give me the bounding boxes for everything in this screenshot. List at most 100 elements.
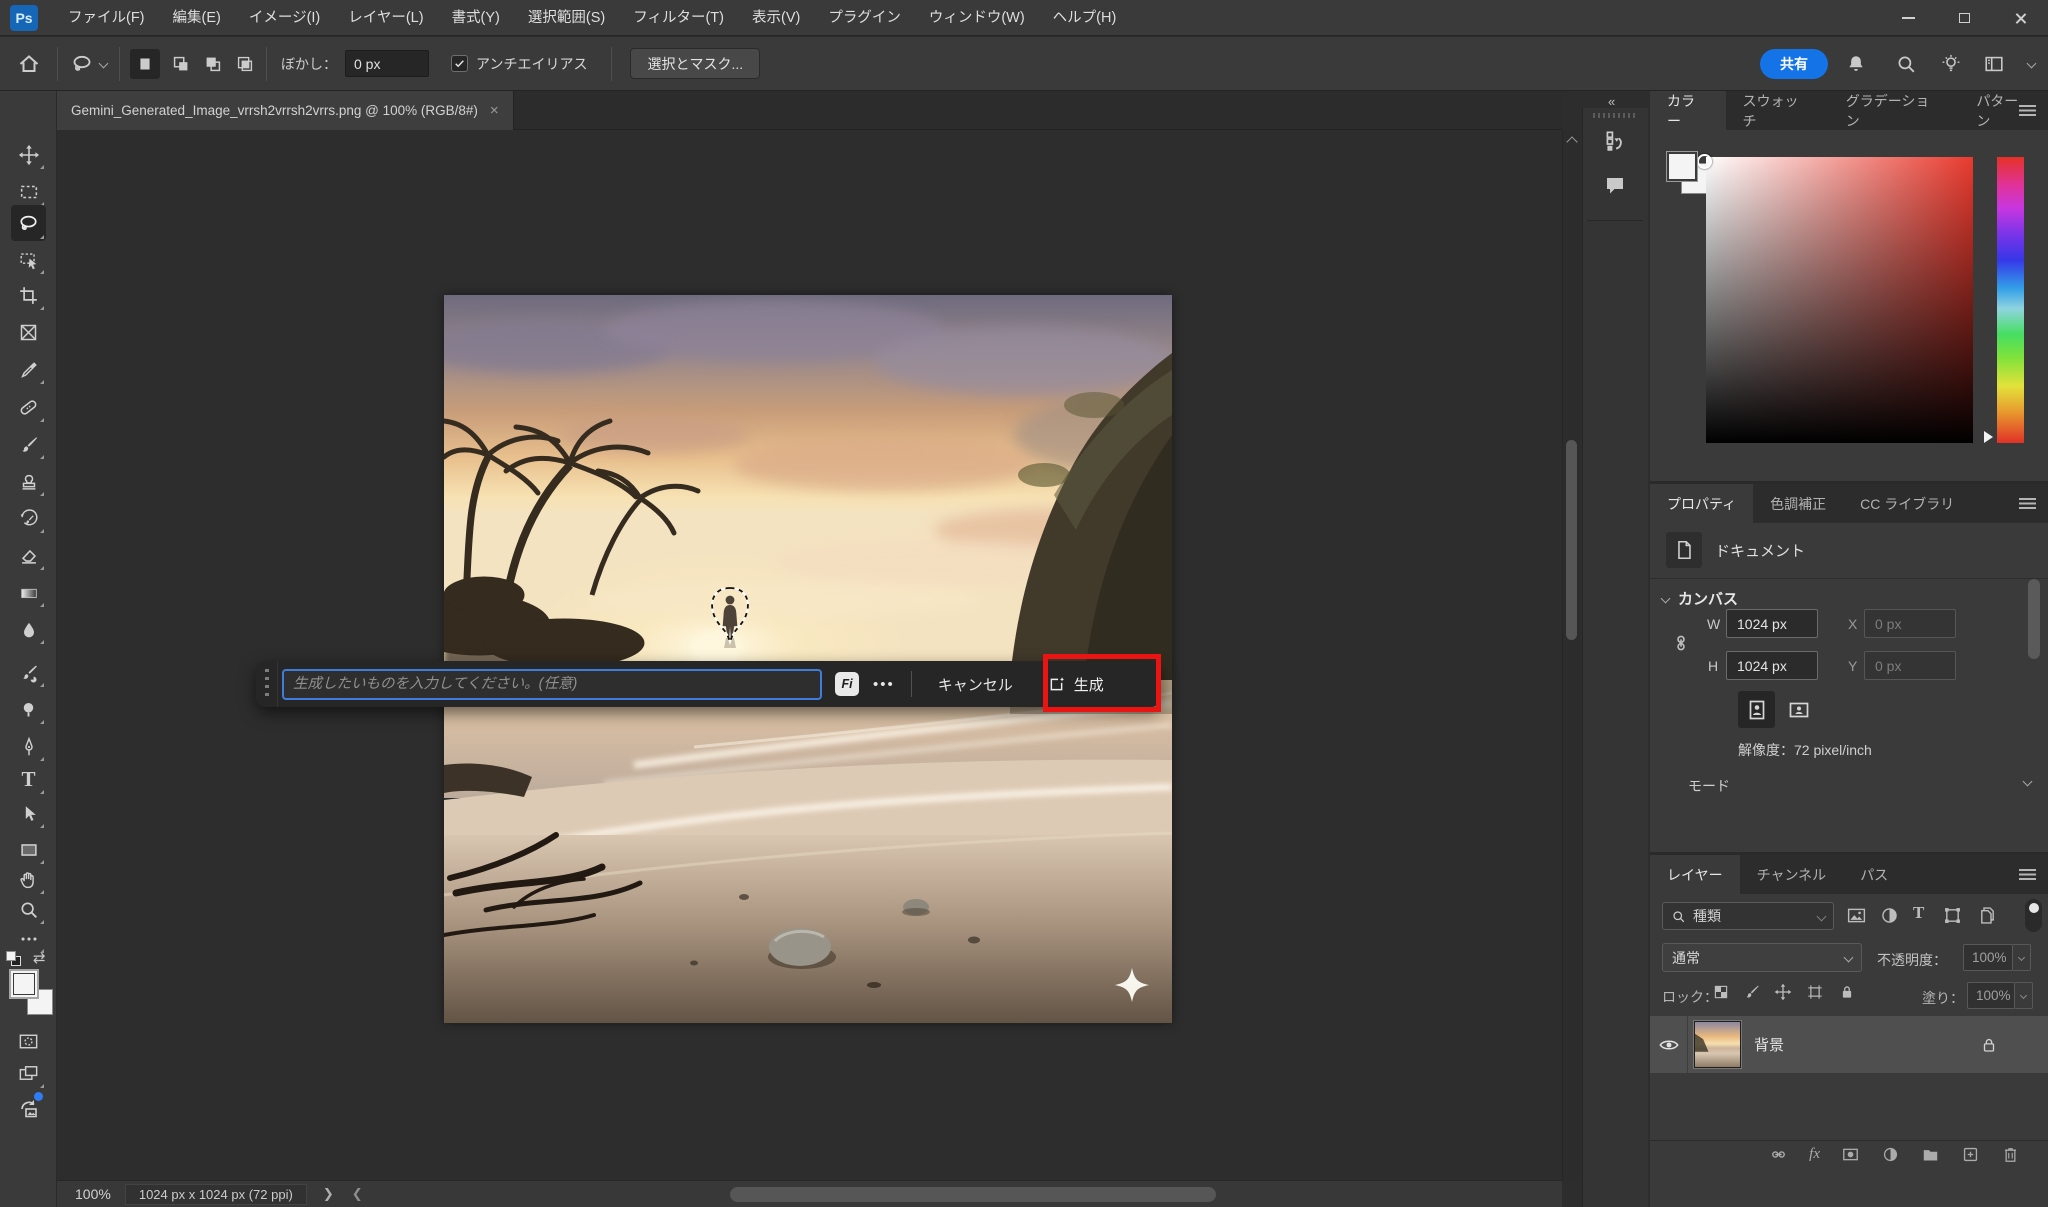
mode-chevron-icon[interactable] [2023,777,2033,787]
tab-layers[interactable]: レイヤー [1650,855,1740,894]
workspace-menu[interactable] [2014,60,2048,67]
tool-preset[interactable] [58,52,119,76]
menu-view[interactable]: 表示(V) [738,0,814,36]
taskbar-more-button[interactable]: ••• [873,676,895,693]
history-panel-button[interactable] [1599,126,1631,156]
layer-row-background[interactable]: 背景 [1650,1016,2048,1073]
lock-transparency-icon[interactable] [1712,983,1730,1001]
canvas-y-field[interactable]: 0 px [1864,651,1956,680]
color-cursor[interactable] [1697,154,1712,169]
taskbar-drag-handle[interactable] [256,661,278,707]
maximize-button[interactable] [1936,0,1992,36]
checkbox-checked-icon[interactable] [451,55,468,72]
lock-position-icon[interactable] [1774,983,1792,1001]
minimize-button[interactable] [1880,0,1936,36]
close-button[interactable] [1992,0,2048,36]
document-tab[interactable]: Gemini_Generated_Image_vrrsh2vrrsh2vrrs.… [57,91,514,130]
portrait-orientation-button[interactable] [1738,691,1775,728]
canvas-image[interactable] [444,295,1172,1023]
menu-plugins[interactable]: プラグイン [814,0,915,36]
lock-all-icon[interactable] [1838,983,1856,1001]
blur-tool[interactable] [11,613,46,646]
link-layers-button[interactable] [1769,1145,1788,1164]
fill-dropdown[interactable] [2015,982,2033,1009]
panel-menu-icon[interactable] [2019,869,2036,880]
dock-collapse-chevrons[interactable]: « [1608,94,1614,109]
landscape-orientation-button[interactable] [1780,691,1817,728]
menu-help[interactable]: ヘルプ(H) [1039,0,1131,36]
selection-mode-intersect[interactable] [234,53,256,75]
layer-lock-icon[interactable] [1980,1036,1998,1054]
new-layer-button[interactable] [1961,1145,1980,1164]
eyedropper-tool[interactable] [11,353,46,386]
lasso-tool[interactable] [11,205,46,241]
new-group-button[interactable] [1921,1145,1940,1164]
delete-layer-button[interactable] [2001,1145,2020,1164]
generate-button[interactable]: 生成 [1037,668,1114,701]
layer-filter-select[interactable]: 種類 [1662,902,1834,930]
scroll-up-icon[interactable] [1566,136,1577,147]
share-image-button[interactable] [11,1091,46,1124]
canvas-width-field[interactable]: 1024 px [1726,609,1818,638]
notifications-button[interactable] [1828,53,1884,75]
menu-edit[interactable]: 編集(E) [159,0,235,36]
antialias-toggle[interactable]: アンチエイリアス [429,54,597,74]
healing-brush-tool[interactable] [11,391,46,424]
eraser-tool[interactable] [11,539,46,572]
share-button[interactable]: 共有 [1760,49,1828,79]
rectangle-tool[interactable] [11,833,46,866]
filter-adjustment-layers-icon[interactable] [1879,905,1900,926]
opacity-dropdown[interactable] [2013,944,2031,971]
blend-mode-select[interactable]: 通常 [1662,943,1862,972]
panel-menu-icon[interactable] [2019,498,2036,509]
zoom-level-field[interactable]: 100% [75,1186,111,1202]
selection-mode-add[interactable] [170,53,192,75]
marquee-tool[interactable] [11,175,46,208]
tab-adjustments[interactable]: 色調補正 [1753,484,1843,523]
layer-visibility-toggle[interactable] [1650,1016,1688,1073]
link-dimensions-icon[interactable] [1670,632,1692,654]
screen-mode-button[interactable] [11,1057,46,1090]
hue-pointer-icon[interactable] [1984,431,1993,443]
filter-pixel-layers-icon[interactable] [1846,905,1867,926]
menu-image[interactable]: イメージ(I) [235,0,334,36]
tab-cc-libraries[interactable]: CC ライブラリ [1843,484,1971,523]
tab-close-icon[interactable]: × [490,102,499,119]
home-button[interactable] [0,52,57,76]
quick-mask-button[interactable] [11,1025,46,1058]
layer-thumbnail[interactable] [1694,1021,1741,1068]
swap-colors-icon[interactable]: ⇄ [33,949,46,967]
hue-slider[interactable] [1997,157,2024,443]
pen-tool[interactable] [11,730,46,763]
filter-smart-objects-icon[interactable] [1977,905,1998,926]
workspace-button[interactable] [1974,53,2014,75]
panel-menu-icon[interactable] [2019,105,2036,116]
hand-tool[interactable] [11,863,46,896]
frame-tool[interactable] [11,316,46,349]
dodge-tool[interactable] [11,693,46,726]
menu-filter[interactable]: フィルター(T) [619,0,738,36]
generative-prompt-input[interactable] [282,669,822,700]
select-and-mask-button[interactable]: 選択とマスク... [630,48,760,79]
path-selection-tool[interactable] [11,797,46,830]
cancel-button[interactable]: キャンセル [928,668,1023,701]
vertical-scrollbar[interactable] [1562,130,1580,1180]
vertical-scrollbar-thumb[interactable] [1566,440,1577,640]
menu-layer[interactable]: レイヤー(L) [334,0,437,36]
feather-input[interactable] [345,50,429,77]
comments-panel-button[interactable] [1599,170,1631,200]
scroll-left-icon[interactable]: ❮ [352,1186,363,1202]
horizontal-scrollbar-thumb[interactable] [730,1187,1216,1202]
search-button[interactable] [1884,53,1928,75]
menu-file[interactable]: ファイル(F) [54,0,159,36]
status-options-chevron[interactable]: ❯ [323,1186,334,1202]
lock-artboard-icon[interactable] [1806,983,1824,1001]
menu-type[interactable]: 書式(Y) [438,0,514,36]
history-brush-tool[interactable] [11,502,46,535]
canvas-section-header[interactable]: カンバス [1662,588,1738,609]
menu-select[interactable]: 選択範囲(S) [514,0,619,36]
object-selection-tool[interactable] [11,243,46,276]
tab-swatches[interactable]: スウォッチ [1726,91,1829,130]
tab-paths[interactable]: パス [1843,855,1905,894]
mixer-brush-tool[interactable] [11,656,46,689]
